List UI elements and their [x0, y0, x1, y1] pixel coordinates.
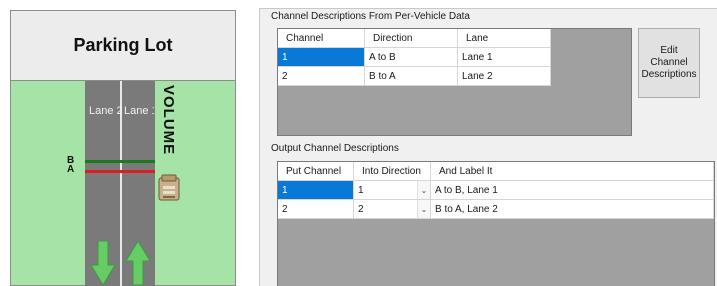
column-header-channel[interactable]: Channel [278, 29, 365, 48]
parking-lot-title: Parking Lot [11, 11, 235, 81]
table-row[interactable]: 1 A to B Lane 1 [278, 48, 551, 67]
grid-header-row: Put Channel Into Direction And Label It [278, 162, 714, 181]
grid-header-row: Channel Direction Lane [278, 29, 551, 48]
channel-settings-panel: Channel Descriptions From Per-Vehicle Da… [259, 8, 717, 286]
chevron-down-icon[interactable]: ⌄ [417, 200, 430, 218]
column-header-direction[interactable]: Direction [365, 29, 458, 48]
arrow-up-icon [126, 241, 150, 285]
cell-direction[interactable]: B to A [365, 67, 458, 86]
column-header-lane[interactable]: Lane [458, 29, 551, 48]
column-header-and-label-it[interactable]: And Label It [431, 162, 714, 181]
cell-lane[interactable]: Lane 1 [458, 48, 551, 67]
dropdown-value: 1 [358, 184, 364, 196]
sensor-a-line [85, 170, 155, 173]
into-direction-dropdown[interactable]: 2 ⌄ [354, 200, 431, 219]
output-channel-grid[interactable]: Put Channel Into Direction And Label It … [277, 161, 715, 286]
channel-descriptions-title: Channel Descriptions From Per-Vehicle Da… [271, 11, 470, 22]
edit-channel-descriptions-button[interactable]: Edit Channel Descriptions [638, 28, 700, 98]
column-header-into-direction[interactable]: Into Direction [354, 162, 431, 181]
cell-label[interactable]: B to A, Lane 2 [431, 200, 714, 219]
channel-descriptions-grid[interactable]: Channel Direction Lane 1 A to B Lane 1 2… [277, 28, 632, 136]
parking-lot-diagram: Parking Lot Lane 2 Lane 1 VOLUME B A [10, 10, 236, 286]
lane-1-label: Lane 1 [124, 105, 154, 117]
column-header-put-channel[interactable]: Put Channel [278, 162, 354, 181]
dropdown-value: 2 [358, 203, 364, 215]
output-channel-descriptions-title: Output Channel Descriptions [271, 143, 399, 154]
table-row[interactable]: 1 1 ⌄ A to B, Lane 1 [278, 181, 714, 200]
cell-lane[interactable]: Lane 2 [458, 67, 551, 86]
lane-2-label: Lane 2 [89, 105, 123, 117]
cell-put-channel[interactable]: 1 [278, 181, 354, 200]
traffic-counter-icon [158, 174, 180, 201]
cell-channel[interactable]: 2 [278, 67, 365, 86]
cell-put-channel[interactable]: 2 [278, 200, 354, 219]
cell-direction[interactable]: A to B [365, 48, 458, 67]
arrow-down-icon [91, 241, 115, 285]
chevron-down-icon[interactable]: ⌄ [417, 181, 430, 199]
table-row[interactable]: 2 B to A Lane 2 [278, 67, 551, 86]
volume-label: VOLUME [160, 85, 177, 156]
cell-label[interactable]: A to B, Lane 1 [431, 181, 714, 200]
cell-channel[interactable]: 1 [278, 48, 365, 67]
sensor-b-line [85, 160, 155, 163]
into-direction-dropdown[interactable]: 1 ⌄ [354, 181, 431, 200]
table-row[interactable]: 2 2 ⌄ B to A, Lane 2 [278, 200, 714, 219]
sensor-a-label: A [67, 164, 75, 175]
